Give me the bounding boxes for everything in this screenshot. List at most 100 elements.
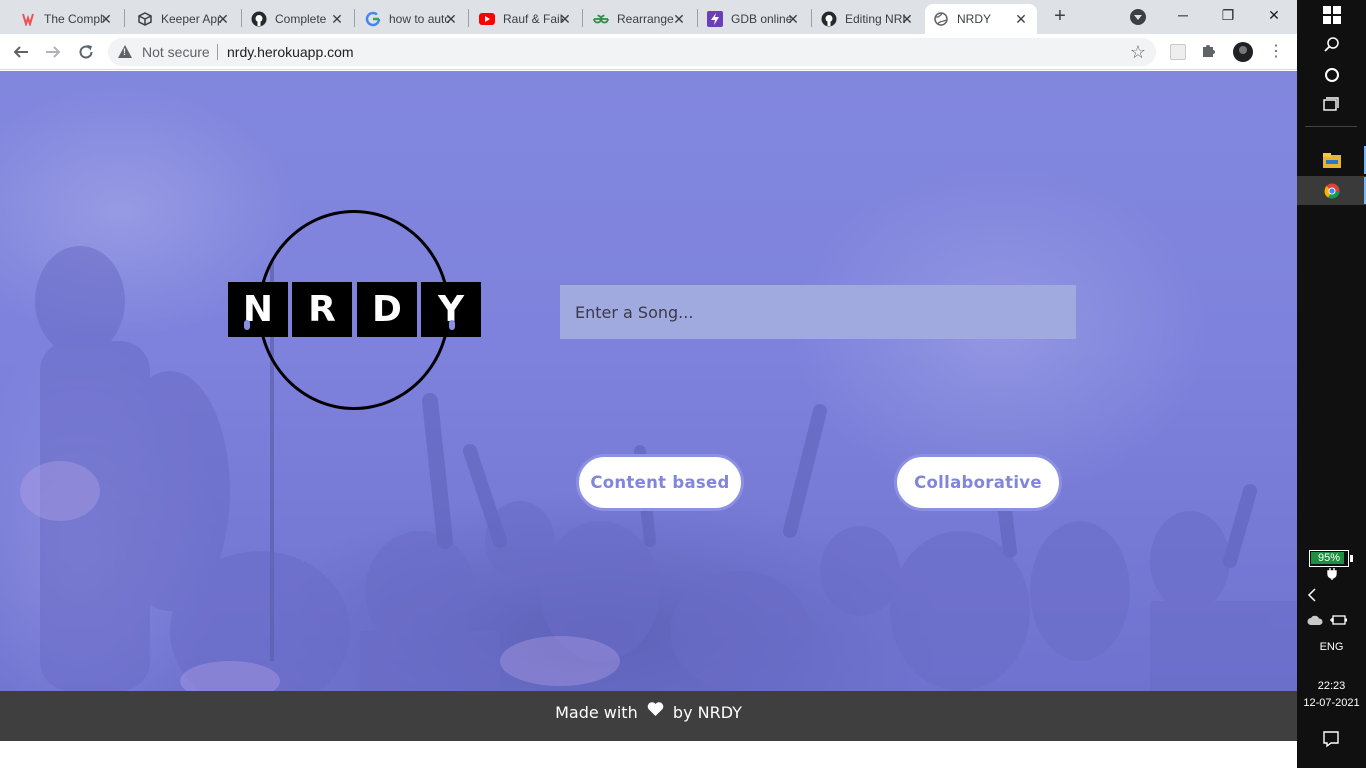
security-label[interactable]: Not secure <box>142 44 210 60</box>
github-icon <box>821 11 837 27</box>
tab-strip: The Complete ✕ Keeper App ✕ Complete ✕ h… <box>0 0 1297 34</box>
warning-icon[interactable] <box>118 45 132 58</box>
tab-divider <box>468 9 469 27</box>
clock-time[interactable]: 22:23 <box>1297 680 1366 692</box>
close-icon[interactable]: ✕ <box>98 11 114 27</box>
tab-youtube[interactable]: Rauf & Faik ✕ <box>471 4 581 34</box>
tab-github-editing[interactable]: Editing NRDY ✕ <box>813 4 923 34</box>
footer: Made with by NRDY <box>0 691 1297 741</box>
tab-geeksforgeeks[interactable]: Rearrange ✕ <box>585 4 695 34</box>
tab-divider <box>697 9 698 27</box>
arrow-right-icon <box>46 46 61 58</box>
tab-keeper[interactable]: Keeper App ✕ <box>129 4 239 34</box>
onedrive-cloud-icon[interactable] <box>1307 613 1323 631</box>
battery-tip <box>1350 555 1353 562</box>
maximize-button[interactable]: ❐ <box>1217 4 1239 26</box>
extensions-puzzle-icon[interactable] <box>1201 42 1217 63</box>
tab-google[interactable]: how to auto ✕ <box>357 4 467 34</box>
close-icon[interactable]: ✕ <box>215 11 231 27</box>
taskbar-divider <box>1305 126 1357 127</box>
tab-title: GDB online <box>731 12 791 26</box>
close-icon[interactable]: ✕ <box>899 11 915 27</box>
close-window-button[interactable]: ✕ <box>1263 4 1285 26</box>
tab-udemy[interactable]: The Complete ✕ <box>12 4 122 34</box>
reload-icon <box>79 45 93 59</box>
bookmark-star-icon[interactable]: ☆ <box>1130 42 1146 62</box>
search-icon[interactable] <box>1297 30 1366 60</box>
tab-divider <box>811 9 812 27</box>
back-button[interactable] <box>10 41 32 63</box>
tab-title: NRDY <box>957 12 992 26</box>
google-icon <box>365 11 381 27</box>
file-explorer-icon[interactable] <box>1297 145 1366 175</box>
tab-divider <box>354 9 355 27</box>
logo-letter-n: N <box>228 282 288 337</box>
collaborative-button[interactable]: Collaborative <box>894 454 1062 511</box>
task-view-icon[interactable] <box>1297 90 1366 120</box>
tab-title: The Complete <box>44 12 104 26</box>
clock-date[interactable]: 12-07-2021 <box>1297 697 1366 709</box>
url-text[interactable]: nrdy.herokuapp.com <box>227 44 354 60</box>
udemy-icon <box>20 11 36 27</box>
minimize-button[interactable]: ─ <box>1172 4 1194 26</box>
browser-toolbar: Not secure nrdy.herokuapp.com ☆ ⋮ <box>0 34 1297 70</box>
crowd-background-image <box>20 246 1297 691</box>
omnibox-divider <box>217 44 218 60</box>
close-icon[interactable]: ✕ <box>443 11 459 27</box>
arrow-left-icon <box>13 46 28 58</box>
github-icon <box>251 11 267 27</box>
menu-kebab-icon[interactable]: ⋮ <box>1268 42 1284 62</box>
action-center-icon[interactable] <box>1322 730 1340 753</box>
cortana-icon[interactable] <box>1297 60 1366 90</box>
tab-nrdy[interactable]: NRDY ✕ <box>925 4 1037 34</box>
logo-letter-r: R <box>292 282 352 337</box>
youtube-icon <box>479 11 495 27</box>
tab-gdb[interactable]: GDB online ✕ <box>699 4 809 34</box>
logo-letter-d: D <box>357 282 417 337</box>
cube-icon <box>137 11 153 27</box>
close-icon[interactable]: ✕ <box>671 11 687 27</box>
charging-plug-icon <box>1297 562 1366 586</box>
profile-avatar[interactable] <box>1233 42 1253 62</box>
close-icon[interactable]: ✕ <box>329 11 345 27</box>
content-based-button[interactable]: Content based <box>576 454 744 511</box>
chevron-left-icon[interactable] <box>1307 587 1317 608</box>
footer-prefix: Made with <box>555 703 638 722</box>
reload-button[interactable] <box>75 41 97 63</box>
song-search-input[interactable] <box>560 285 1076 339</box>
tab-title: Rearrange <box>617 12 674 26</box>
tab-title: how to auto <box>389 12 449 26</box>
close-icon[interactable]: ✕ <box>785 11 801 27</box>
tab-github-complete[interactable]: Complete ✕ <box>243 4 353 34</box>
tab-divider <box>241 9 242 27</box>
forward-button[interactable] <box>42 41 64 63</box>
geeksforgeeks-icon <box>593 11 609 27</box>
tab-divider <box>124 9 125 27</box>
power-status-icon[interactable] <box>1329 613 1347 632</box>
page-bottom <box>0 741 1297 768</box>
chrome-taskbar-item[interactable] <box>1297 176 1366 205</box>
tab-divider <box>582 9 583 27</box>
tab-title: Rauf & Faik <box>503 12 563 26</box>
language-indicator[interactable]: ENG <box>1297 641 1366 653</box>
close-icon[interactable]: ✕ <box>557 11 573 27</box>
new-tab-button[interactable]: + <box>1049 6 1071 28</box>
tab-title: Keeper App <box>161 12 221 26</box>
globe-icon <box>933 11 949 27</box>
windows-taskbar: 95% ENG 22:23 12-07-2021 <box>1297 0 1366 768</box>
tab-title: Complete <box>275 12 327 26</box>
web-page: N R D Y Content based Collaborative Made… <box>0 71 1297 768</box>
extension-icon[interactable] <box>1170 44 1186 60</box>
nrdy-logo: N R D Y <box>228 210 482 410</box>
browser-window: The Complete ✕ Keeper App ✕ Complete ✕ h… <box>0 0 1297 768</box>
chrome-icon <box>1297 176 1366 206</box>
logo-letter-y: Y <box>421 282 481 337</box>
footer-suffix: by NRDY <box>672 703 742 722</box>
tab-search-icon[interactable] <box>1130 9 1146 25</box>
heart-icon <box>647 690 664 734</box>
windows-start-icon[interactable] <box>1297 0 1366 30</box>
close-icon[interactable]: ✕ <box>1013 11 1029 27</box>
tab-title: Editing NRDY <box>845 12 905 26</box>
address-bar[interactable]: Not secure nrdy.herokuapp.com ☆ <box>108 38 1156 66</box>
bolt-icon <box>707 11 723 27</box>
